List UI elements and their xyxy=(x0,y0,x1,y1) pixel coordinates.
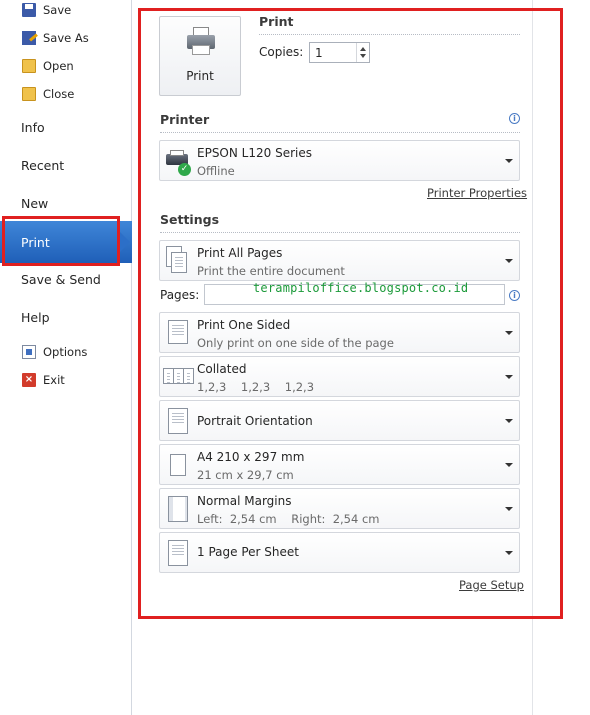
print-button-label: Print xyxy=(186,69,214,83)
chevron-down-icon xyxy=(505,418,513,423)
nav-save-as-label: Save As xyxy=(43,31,89,45)
chevron-down-icon xyxy=(505,550,513,555)
nav-exit[interactable]: × Exit xyxy=(22,370,65,390)
print-highlight-box xyxy=(2,216,120,266)
nav-recent[interactable]: Recent xyxy=(21,153,64,177)
settings-section-title: Settings xyxy=(160,212,220,227)
pages-label: Pages: xyxy=(160,288,200,302)
backstage-nav: Save Save As Open Close Info Recent New … xyxy=(0,0,132,715)
pages-stack-icon xyxy=(166,246,190,276)
portrait-icon xyxy=(166,406,190,436)
sides-title: Print One Sided xyxy=(197,318,291,332)
nav-save-send[interactable]: Save & Send xyxy=(21,267,101,291)
paper-size-select[interactable]: A4 210 x 297 mm 21 cm x 29,7 cm xyxy=(159,444,520,485)
page-setup-link[interactable]: Page Setup xyxy=(459,578,524,592)
paper-size-subtitle: 21 cm x 29,7 cm xyxy=(197,468,294,482)
divider xyxy=(259,34,520,35)
page-per-sheet-icon xyxy=(166,538,190,568)
printer-icon xyxy=(187,27,215,57)
nav-help[interactable]: Help xyxy=(21,305,50,329)
chevron-down-icon xyxy=(505,258,513,263)
sides-subtitle: Only print on one side of the page xyxy=(197,336,394,350)
nav-exit-label: Exit xyxy=(43,373,65,387)
nav-new[interactable]: New xyxy=(21,191,48,215)
spin-down-icon[interactable] xyxy=(360,54,366,58)
orientation-title: Portrait Orientation xyxy=(197,414,313,428)
pages-per-sheet-select[interactable]: 1 Page Per Sheet xyxy=(159,532,520,573)
preview-divider xyxy=(532,0,533,715)
folder-close-icon xyxy=(22,87,36,101)
chevron-down-icon xyxy=(505,462,513,467)
nav-open[interactable]: Open xyxy=(22,56,74,76)
nav-save-label: Save xyxy=(43,3,72,17)
nav-options-label: Options xyxy=(43,345,88,359)
margins-select[interactable]: Normal Margins Left: 2,54 cm Right: 2,54… xyxy=(159,488,520,529)
chevron-down-icon xyxy=(505,158,513,163)
paper-size-title: A4 210 x 297 mm xyxy=(197,450,305,464)
printer-status: Offline xyxy=(197,164,235,178)
exit-icon: × xyxy=(22,373,36,387)
paper-size-icon xyxy=(166,450,190,480)
printer-device-icon: ✓ xyxy=(166,146,191,176)
collation-select[interactable]: Collated 1,2,3 1,2,3 1,2,3 xyxy=(159,356,520,397)
printer-name: EPSON L120 Series xyxy=(197,146,312,160)
spin-up-icon[interactable] xyxy=(360,47,366,51)
save-icon xyxy=(22,3,36,17)
nav-save[interactable]: Save xyxy=(22,0,71,20)
save-as-icon xyxy=(22,31,36,45)
divider xyxy=(160,132,520,133)
nav-save-as[interactable]: Save As xyxy=(22,28,89,48)
sides-select[interactable]: Print One Sided Only print on one side o… xyxy=(159,312,520,353)
margins-icon xyxy=(166,494,190,524)
nav-close[interactable]: Close xyxy=(22,84,74,104)
nav-info[interactable]: Info xyxy=(21,115,45,139)
divider xyxy=(160,232,520,233)
print-range-subtitle: Print the entire document xyxy=(197,264,345,278)
print-range-title: Print All Pages xyxy=(197,246,283,260)
copies-label: Copies: xyxy=(259,45,304,59)
printer-properties-link[interactable]: Printer Properties xyxy=(427,186,527,200)
nav-selected-arrow xyxy=(120,232,130,252)
orientation-select[interactable]: Portrait Orientation xyxy=(159,400,520,441)
chevron-down-icon xyxy=(505,506,513,511)
copies-spinner[interactable] xyxy=(356,43,369,62)
check-icon: ✓ xyxy=(178,163,191,176)
copies-stepper[interactable]: 1 xyxy=(309,42,370,63)
nav-open-label: Open xyxy=(43,59,74,73)
print-range-select[interactable]: Print All Pages Print the entire documen… xyxy=(159,240,520,281)
print-button[interactable]: Print xyxy=(159,16,241,96)
nav-options[interactable]: Options xyxy=(22,342,87,362)
collation-title: Collated xyxy=(197,362,247,376)
collated-icon xyxy=(163,362,194,392)
chevron-down-icon xyxy=(505,374,513,379)
margins-title: Normal Margins xyxy=(197,494,292,508)
info-icon[interactable]: i xyxy=(509,113,520,124)
margins-subtitle: Left: 2,54 cm Right: 2,54 cm xyxy=(197,512,380,526)
pages-per-sheet-title: 1 Page Per Sheet xyxy=(197,545,299,559)
printer-section-title: Printer xyxy=(160,112,210,127)
print-section-title: Print xyxy=(259,14,294,29)
collation-subtitle: 1,2,3 1,2,3 1,2,3 xyxy=(197,380,315,394)
copies-value: 1 xyxy=(315,46,323,60)
one-sided-icon xyxy=(166,318,190,348)
chevron-down-icon xyxy=(505,330,513,335)
printer-select[interactable]: ✓ EPSON L120 Series Offline xyxy=(159,140,520,181)
info-icon[interactable]: i xyxy=(509,290,520,301)
folder-open-icon xyxy=(22,59,36,73)
watermark-text: terampiloffice.blogspot.co.id xyxy=(253,281,469,295)
options-icon xyxy=(22,345,36,359)
nav-close-label: Close xyxy=(43,87,75,101)
